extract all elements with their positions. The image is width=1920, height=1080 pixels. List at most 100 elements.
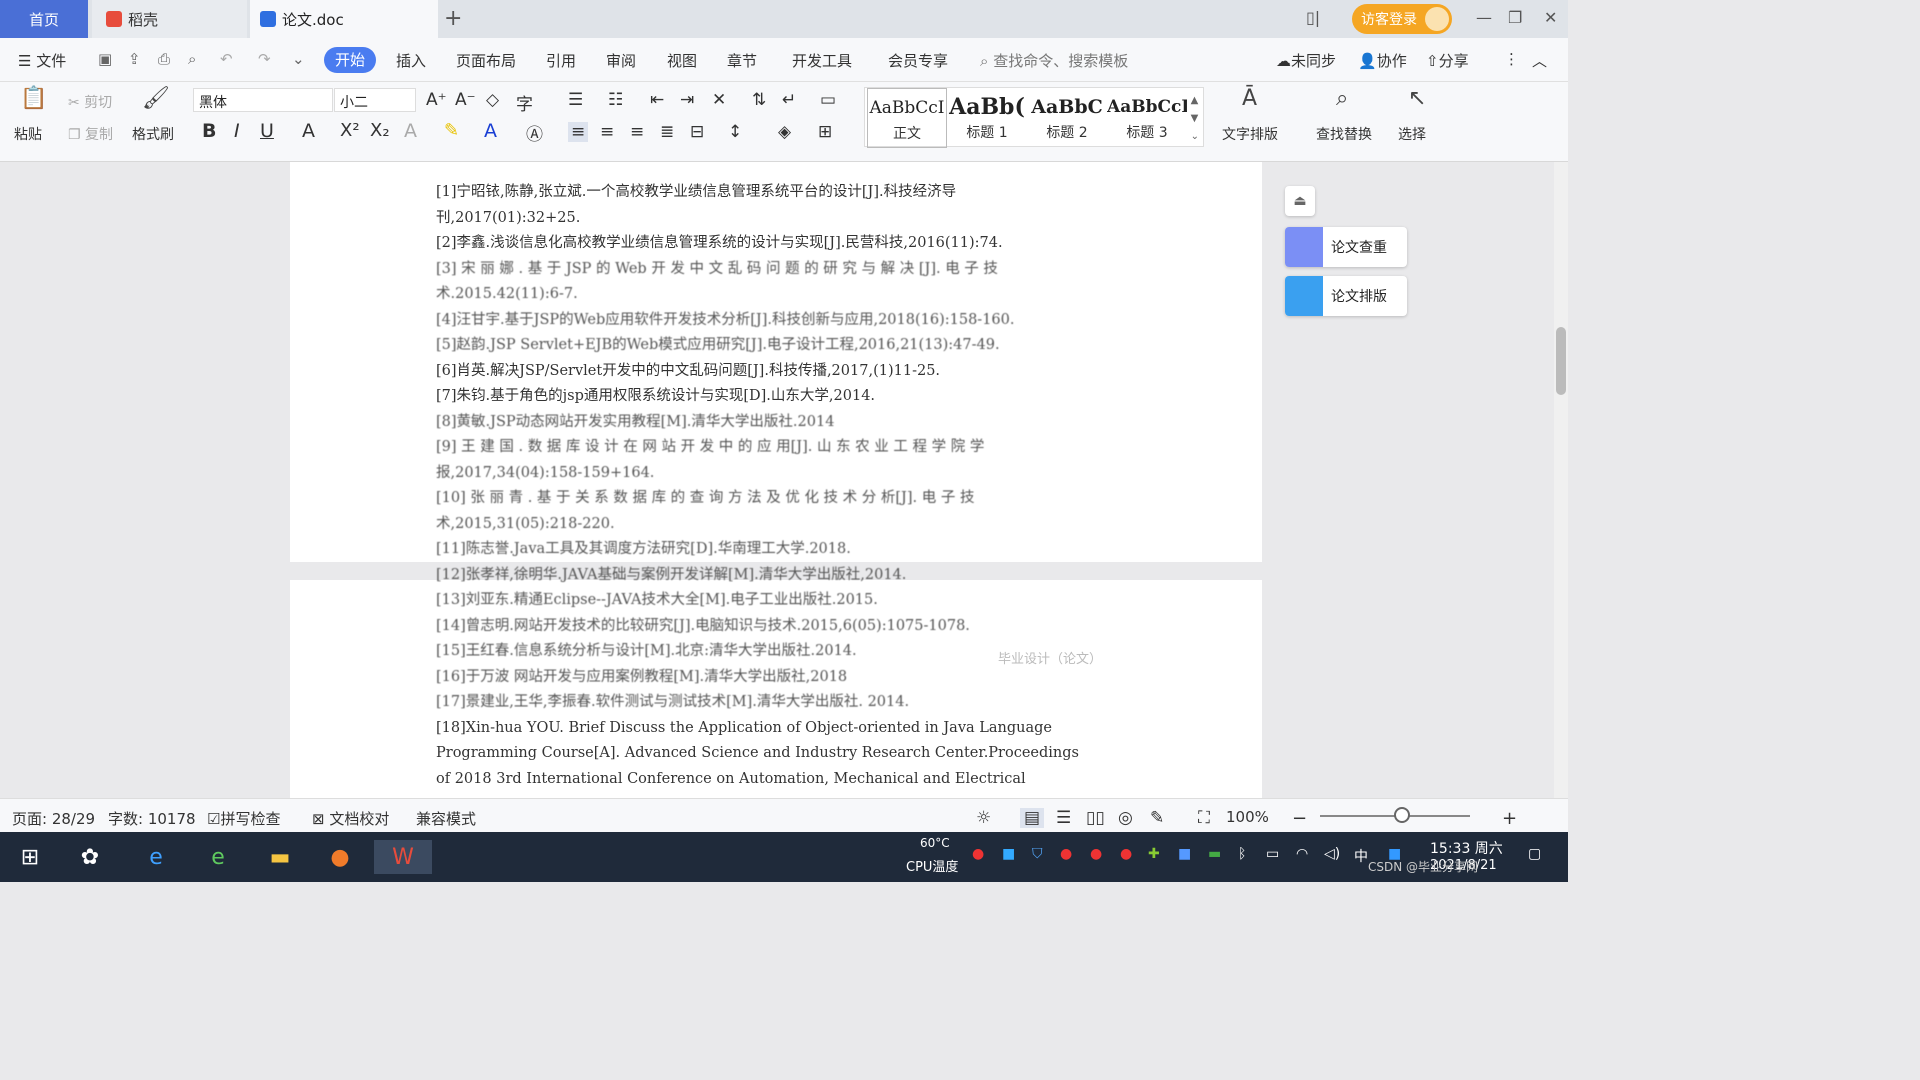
login-button[interactable]: 访客登录 (1352, 4, 1452, 34)
tab-home[interactable]: 首页 (0, 0, 88, 38)
justify-icon[interactable]: ≣ (660, 122, 674, 142)
cursor-select-icon[interactable]: ↖ (1408, 86, 1426, 111)
paper-check-button[interactable]: 论文查重 (1285, 227, 1407, 267)
find-replace-icon[interactable]: ⌕ (1336, 86, 1348, 111)
bullet-list-icon[interactable]: ☰ (568, 90, 583, 110)
layout-icon[interactable]: ▯| (1306, 8, 1320, 27)
paste-button[interactable]: 粘贴 (14, 124, 42, 144)
vertical-scrollbar[interactable] (1554, 162, 1568, 798)
shrink-font-icon[interactable]: A⁻ (455, 90, 476, 110)
menu-tab-review[interactable]: 审阅 (606, 50, 636, 71)
chinese-layout-icon[interactable]: ✕ (712, 90, 726, 110)
style-gallery-scroll-icon[interactable]: ▲ ▼ ⌄ (1191, 92, 1199, 146)
style-heading-2[interactable]: AaBbC 标题 2 (1027, 88, 1107, 148)
side-panel-collapse-icon[interactable]: ⏏ (1285, 186, 1315, 216)
zoom-slider-handle[interactable] (1394, 807, 1410, 823)
increase-indent-icon[interactable]: ⇥ (680, 90, 694, 110)
new-tab-button[interactable]: + (444, 6, 462, 31)
menu-tab-page-layout[interactable]: 页面布局 (456, 50, 516, 71)
menu-tab-developer[interactable]: 开发工具 (792, 50, 852, 71)
write-view-icon[interactable]: ✎ (1150, 808, 1164, 828)
minimize-icon[interactable]: — (1476, 8, 1492, 27)
ruler-icon[interactable]: ▭ (820, 90, 836, 110)
redo-icon[interactable]: ↷ (258, 50, 271, 68)
cut-button[interactable]: ✂ 剪切 (68, 92, 112, 112)
read-view-icon[interactable]: ▯▯ (1086, 808, 1105, 828)
wps-taskbar-icon[interactable]: W (374, 840, 432, 874)
menu-tab-insert[interactable]: 插入 (396, 50, 426, 71)
doc-proof-button[interactable]: ⊠ 文档校对 (312, 808, 389, 829)
battery-icon[interactable]: ▭ (1266, 846, 1279, 862)
save-icon[interactable]: ▣ (98, 50, 112, 68)
close-icon[interactable]: ✕ (1544, 8, 1557, 27)
restore-icon[interactable]: ❐ (1508, 8, 1522, 27)
align-center-icon[interactable]: ≡ (600, 122, 614, 142)
paper-layout-button[interactable]: 论文排版 (1285, 276, 1407, 316)
phonetic-icon[interactable]: 字 (516, 90, 533, 115)
menu-tab-chapter[interactable]: 章节 (727, 50, 757, 71)
page-indicator[interactable]: 页面: 28/29 (12, 808, 95, 829)
app-icon[interactable]: ✿ (70, 840, 110, 874)
page-view-icon[interactable]: ▤ (1020, 808, 1045, 828)
scrollbar-thumb[interactable] (1556, 327, 1566, 395)
share-button[interactable]: ⇧分享 (1426, 50, 1469, 71)
undo-icon[interactable]: ↶ (220, 50, 233, 68)
font-size-select[interactable]: 小二 (334, 88, 416, 112)
style-heading-3[interactable]: AaBbCcI 标题 3 (1107, 88, 1187, 148)
distribute-icon[interactable]: ⊟ (690, 122, 704, 142)
ie-browser-icon[interactable]: e (136, 840, 176, 874)
zoom-in-icon[interactable]: + (1502, 808, 1517, 829)
font-name-select[interactable]: 黑体 (193, 88, 333, 112)
tray-app-icon[interactable]: ■ (1178, 846, 1191, 862)
tray-app-icon[interactable]: ● (1090, 846, 1102, 862)
format-painter-button[interactable]: 格式刷 (132, 124, 174, 144)
tray-app-icon[interactable]: ■ (1002, 846, 1015, 862)
line-spacing-icon[interactable]: ↕ (728, 122, 742, 142)
strikethrough-icon[interactable]: A (302, 120, 315, 142)
font-color-icon[interactable]: A (484, 120, 497, 142)
align-left-icon[interactable]: ≡ (568, 122, 589, 142)
superscript-icon[interactable]: X² (340, 120, 360, 141)
paste-icon[interactable]: 📋 (20, 86, 47, 111)
print-icon[interactable]: ⎙ (158, 50, 170, 68)
command-search-input[interactable]: ⌕ 查找命令、搜索模板 (980, 50, 1128, 71)
collapse-ribbon-icon[interactable]: ︿ (1532, 50, 1547, 71)
bold-icon[interactable]: B (202, 120, 216, 142)
notification-icon[interactable]: ▢ (1528, 846, 1541, 862)
more-icon[interactable]: ⋮ (1504, 50, 1519, 68)
numbered-list-icon[interactable]: ☷ (608, 90, 623, 110)
windows-start-icon[interactable]: ⊞ (10, 840, 50, 874)
menu-tab-member[interactable]: 会员专享 (888, 50, 948, 71)
align-right-icon[interactable]: ≡ (630, 122, 644, 142)
shading-icon[interactable]: ◈ (778, 122, 791, 142)
style-heading-1[interactable]: AaBb(标题 1 (947, 88, 1027, 148)
fit-page-icon[interactable]: ⛶ (1198, 808, 1210, 828)
borders-icon[interactable]: ⊞ (818, 122, 832, 142)
document-canvas[interactable]: [1]宁昭铱,陈静,张立斌.一个高校教学业绩信息管理系统平台的设计[J].科技经… (0, 162, 1568, 798)
italic-icon[interactable]: I (234, 120, 240, 142)
char-border-icon[interactable]: Ⓐ (526, 120, 543, 145)
sort-icon[interactable]: ⇅ (752, 90, 766, 110)
ime-indicator[interactable]: 中 (1354, 846, 1368, 866)
tray-app-icon[interactable]: ● (972, 846, 984, 862)
copy-button[interactable]: ❐ 复制 (68, 124, 113, 144)
brush-icon[interactable]: 🖌 (142, 86, 170, 111)
web-view-icon[interactable]: ◎ (1118, 808, 1133, 828)
grow-font-icon[interactable]: A⁺ (426, 90, 447, 110)
nvidia-icon[interactable]: ▬ (1208, 846, 1221, 862)
text-effect-icon[interactable]: A (404, 120, 417, 142)
spell-check-button[interactable]: ☑拼写检查 (207, 808, 280, 829)
tray-app-icon[interactable]: ● (1120, 846, 1132, 862)
quick-access-dropdown-icon[interactable]: ⌄ (292, 50, 305, 68)
tab-daoke[interactable]: 稻壳 (92, 0, 247, 38)
tray-app-icon[interactable]: ✚ (1148, 846, 1160, 862)
text-layout-button[interactable]: 文字排版 (1222, 124, 1278, 144)
collab-button[interactable]: 👤协作 (1358, 50, 1407, 71)
bluetooth-icon[interactable]: ᛒ (1238, 846, 1246, 862)
wifi-icon[interactable]: ◠ (1296, 846, 1308, 862)
menu-tab-references[interactable]: 引用 (546, 50, 576, 71)
subscript-icon[interactable]: X₂ (370, 120, 390, 141)
clock-time[interactable]: 15:33 周六 (1430, 838, 1503, 858)
tab-document[interactable]: 论文.doc (250, 0, 438, 38)
preview-icon[interactable]: ⌕ (188, 50, 196, 68)
